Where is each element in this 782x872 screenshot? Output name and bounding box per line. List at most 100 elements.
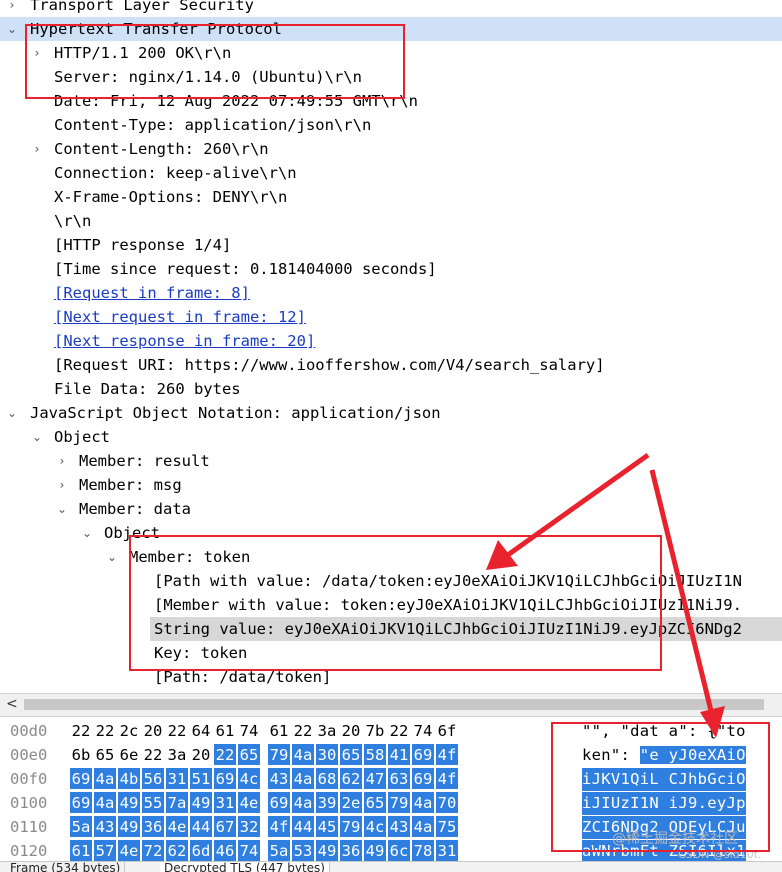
hex-byte[interactable]: 65: [238, 744, 260, 765]
hex-byte[interactable]: 79: [388, 792, 410, 813]
tree-row[interactable]: › HTTP/1.1 200 OK\r\n: [0, 41, 782, 65]
chevron-right-icon[interactable]: ›: [55, 473, 69, 497]
hex-byte[interactable]: 45: [316, 816, 338, 837]
hex-byte[interactable]: 69: [214, 768, 236, 789]
hex-byte[interactable]: 4f: [436, 768, 458, 789]
hex-byte[interactable]: 2c: [118, 720, 140, 741]
horizontal-scrollbar[interactable]: <: [0, 693, 782, 717]
chevron-down-icon[interactable]: ⌄: [105, 545, 119, 569]
hex-byte[interactable]: 46: [214, 840, 236, 861]
hex-byte[interactable]: 6e: [118, 744, 140, 765]
scroll-left-arrow-icon[interactable]: <: [6, 696, 18, 712]
tree-row[interactable]: [Member with value: token:eyJ0eXAiOiJKV1…: [0, 593, 782, 617]
tree-row[interactable]: Date: Fri, 12 Aug 2022 07:49:55 GMT\r\n: [0, 89, 782, 113]
hex-byte[interactable]: 4a: [292, 768, 314, 789]
hex-byte[interactable]: 74: [412, 720, 434, 741]
hex-byte[interactable]: 4e: [118, 840, 140, 861]
hex-byte[interactable]: 20: [142, 720, 164, 741]
hex-ascii[interactable]: "", "dat a": {"to: [582, 720, 746, 743]
hex-byte[interactable]: 57: [94, 840, 116, 861]
hex-byte[interactable]: 68: [316, 768, 338, 789]
hex-byte[interactable]: 69: [412, 768, 434, 789]
hex-byte[interactable]: 56: [142, 768, 164, 789]
hex-byte[interactable]: 22: [166, 720, 188, 741]
hex-byte[interactable]: 69: [70, 792, 92, 813]
hex-byte[interactable]: 4a: [292, 792, 314, 813]
hex-byte[interactable]: 5a: [70, 816, 92, 837]
frame-link[interactable]: [Next request in frame: 12]: [54, 305, 306, 329]
hex-byte[interactable]: 63: [388, 768, 410, 789]
chevron-down-icon[interactable]: ⌄: [55, 497, 69, 521]
hex-byte[interactable]: 3a: [166, 744, 188, 765]
hex-byte[interactable]: 4e: [238, 792, 260, 813]
hex-byte[interactable]: 4a: [412, 816, 434, 837]
hex-byte[interactable]: 64: [190, 720, 212, 741]
hex-byte[interactable]: 31: [436, 840, 458, 861]
hex-byte[interactable]: 7b: [364, 720, 386, 741]
tree-row[interactable]: [HTTP response 1/4]: [0, 233, 782, 257]
hex-byte[interactable]: 30: [316, 744, 338, 765]
tree-row[interactable]: [Next response in frame: 20]: [0, 329, 782, 353]
hex-byte[interactable]: 4a: [412, 792, 434, 813]
hex-byte[interactable]: 22: [292, 720, 314, 741]
tree-row[interactable]: Key: token: [0, 641, 782, 665]
hex-byte[interactable]: 4a: [94, 768, 116, 789]
tree-row[interactable]: [Request URI: https://www.iooffershow.co…: [0, 353, 782, 377]
hex-ascii[interactable]: iJIUzI1N iJ9.eyJp: [582, 792, 746, 815]
hex-byte[interactable]: 4a: [292, 744, 314, 765]
hex-byte[interactable]: 22: [70, 720, 92, 741]
hex-byte[interactable]: 7a: [166, 792, 188, 813]
hex-byte[interactable]: 49: [316, 840, 338, 861]
hex-byte[interactable]: 20: [340, 720, 362, 741]
hex-byte[interactable]: 43: [388, 816, 410, 837]
hex-byte[interactable]: 6f: [436, 720, 458, 741]
hex-byte[interactable]: 4f: [436, 744, 458, 765]
chevron-down-icon[interactable]: ⌄: [80, 521, 94, 545]
tree-row[interactable]: › Transport Layer Security: [0, 0, 782, 17]
tree-row[interactable]: ⌄ Hypertext Transfer Protocol: [0, 17, 782, 41]
hex-byte[interactable]: 58: [364, 744, 386, 765]
tree-row[interactable]: [Request in frame: 8]: [0, 281, 782, 305]
tree-row[interactable]: ⌄ Member: data: [0, 497, 782, 521]
hex-byte[interactable]: 69: [412, 744, 434, 765]
hex-byte[interactable]: 74: [238, 720, 260, 741]
hex-ascii[interactable]: iJKV1QiL CJhbGciO: [582, 768, 746, 791]
hex-byte[interactable]: 32: [238, 816, 260, 837]
chevron-down-icon[interactable]: ⌄: [30, 425, 44, 449]
hex-byte[interactable]: 65: [364, 792, 386, 813]
tree-row[interactable]: Connection: keep-alive\r\n: [0, 161, 782, 185]
hex-byte[interactable]: 22: [142, 744, 164, 765]
hex-byte[interactable]: 70: [436, 792, 458, 813]
hex-byte[interactable]: 36: [142, 816, 164, 837]
hex-byte[interactable]: 79: [340, 816, 362, 837]
chevron-right-icon[interactable]: ›: [55, 449, 69, 473]
hex-byte[interactable]: 79: [268, 744, 290, 765]
hex-byte[interactable]: 55: [142, 792, 164, 813]
hex-byte[interactable]: 49: [364, 840, 386, 861]
hex-byte[interactable]: 31: [214, 792, 236, 813]
hex-byte[interactable]: 6c: [388, 840, 410, 861]
tree-row[interactable]: Server: nginx/1.14.0 (Ubuntu)\r\n: [0, 65, 782, 89]
hex-byte[interactable]: 65: [340, 744, 362, 765]
hex-byte[interactable]: 49: [190, 792, 212, 813]
hex-ascii[interactable]: ken": "e yJ0eXAiO: [582, 744, 746, 767]
hex-byte[interactable]: 53: [292, 840, 314, 861]
hex-byte[interactable]: 4c: [364, 816, 386, 837]
chevron-right-icon[interactable]: ›: [30, 41, 44, 65]
hex-byte[interactable]: 6b: [70, 744, 92, 765]
chevron-right-icon[interactable]: ›: [30, 137, 44, 161]
hex-byte[interactable]: 61: [214, 720, 236, 741]
hex-byte[interactable]: 4b: [118, 768, 140, 789]
chevron-down-icon[interactable]: ⌄: [5, 17, 19, 41]
hex-byte[interactable]: 75: [436, 816, 458, 837]
hex-byte[interactable]: 22: [214, 744, 236, 765]
tree-row[interactable]: ⌄ Object: [0, 521, 782, 545]
hex-byte[interactable]: 49: [118, 816, 140, 837]
hex-byte[interactable]: 62: [166, 840, 188, 861]
hex-byte[interactable]: 72: [142, 840, 164, 861]
frame-link[interactable]: [Request in frame: 8]: [54, 281, 250, 305]
tree-row[interactable]: [Path with value: /data/token:eyJ0eXAiOi…: [0, 569, 782, 593]
hex-byte[interactable]: 4a: [94, 792, 116, 813]
tree-row[interactable]: › Member: msg: [0, 473, 782, 497]
hex-byte[interactable]: 41: [388, 744, 410, 765]
